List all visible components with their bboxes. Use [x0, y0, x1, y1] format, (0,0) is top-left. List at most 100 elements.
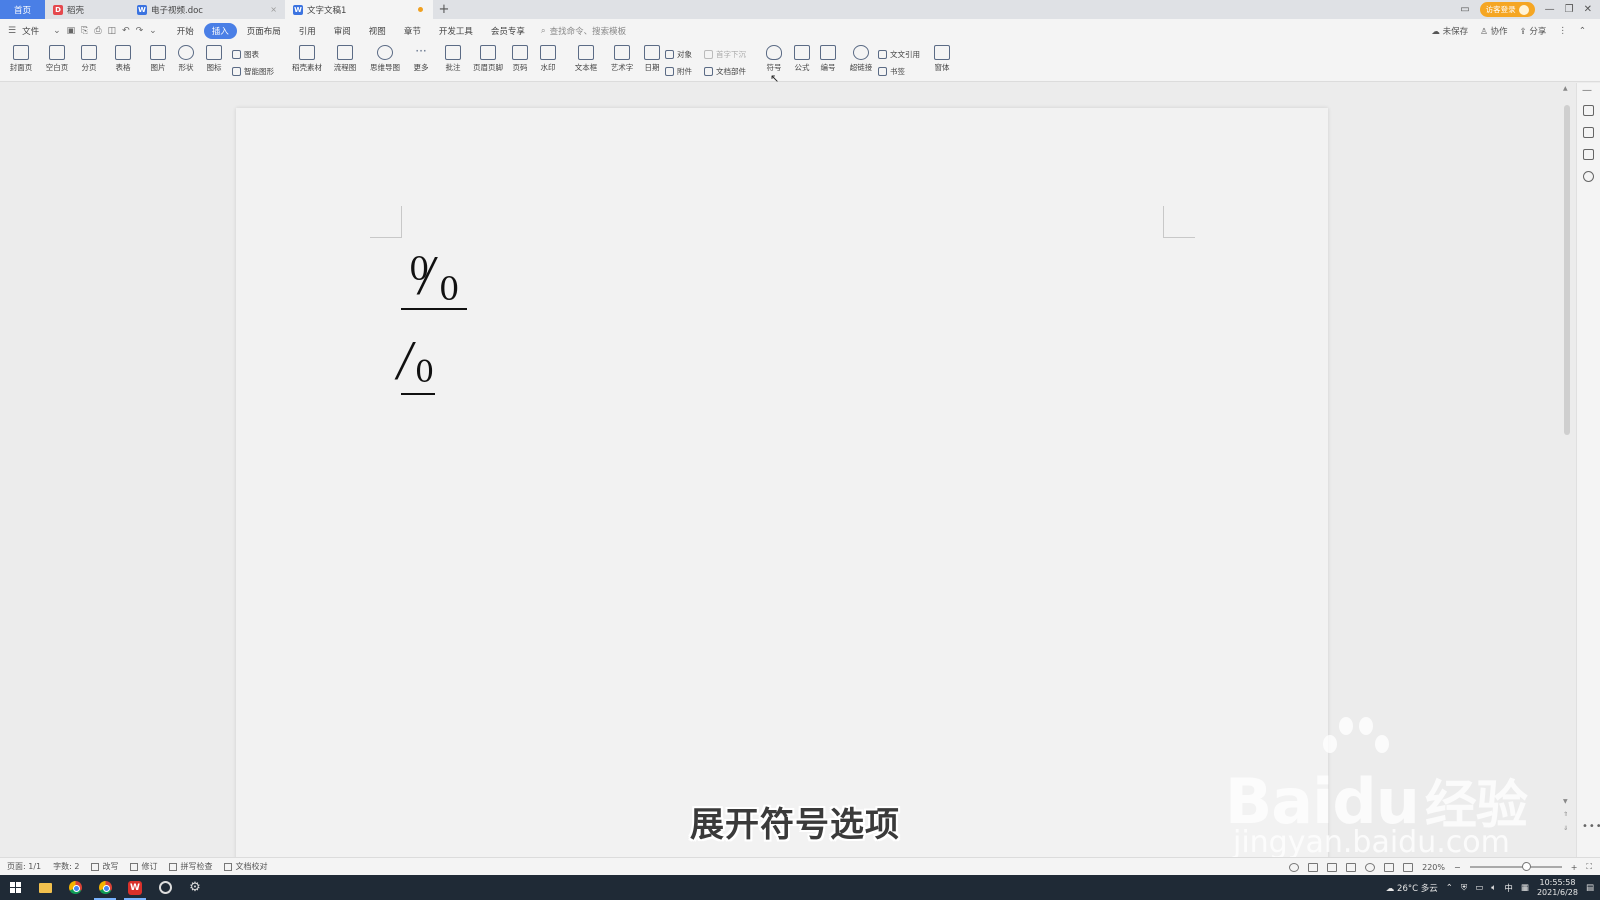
- menu-insert[interactable]: 插入: [203, 22, 237, 39]
- redo-icon[interactable]: ↷: [136, 26, 144, 36]
- fullscreen-icon[interactable]: ⛶: [1586, 862, 1592, 872]
- scroll-up-icon[interactable]: ▲: [1563, 85, 1568, 92]
- antivirus-icon[interactable]: ⛨: [1461, 883, 1467, 893]
- fit-page-icon[interactable]: [1403, 862, 1414, 872]
- tab-document1[interactable]: W 文字文稿1: [285, 0, 433, 19]
- command-search[interactable]: ⌕ 查找命令、搜索模板: [541, 25, 626, 37]
- file-menu[interactable]: 文件: [22, 23, 47, 39]
- pen-view-icon[interactable]: [1384, 862, 1395, 872]
- mindmap-button[interactable]: 思维导图: [366, 42, 404, 82]
- print-preview-icon[interactable]: ◫: [108, 26, 117, 36]
- minimize-icon[interactable]: —: [1545, 4, 1555, 15]
- weather-widget[interactable]: ☁ 26°C 多云: [1386, 882, 1438, 894]
- tab-docer[interactable]: D 稻壳: [45, 0, 129, 19]
- start-button[interactable]: [0, 875, 30, 900]
- smart-shape-button[interactable]: 智能图形: [232, 64, 274, 78]
- more-icon[interactable]: ⋮: [1558, 26, 1567, 36]
- clock[interactable]: 10:55:58 2021/6/28: [1537, 878, 1578, 898]
- docer-material-button[interactable]: 稻壳素材: [290, 42, 324, 82]
- network-icon[interactable]: ▭: [1475, 883, 1483, 893]
- zoom-out-icon[interactable]: −: [1454, 863, 1461, 872]
- spell-check-toggle[interactable]: 拼写检查: [169, 861, 212, 872]
- more-button[interactable]: ··· 更多: [408, 42, 434, 82]
- collab-button[interactable]: ♙ 协作: [1480, 25, 1507, 37]
- overwrite-toggle[interactable]: 改写: [91, 861, 118, 872]
- form-button[interactable]: 窗体: [928, 42, 956, 82]
- per-mille-like-symbol-large[interactable]: 0 ⁄ 0: [401, 248, 467, 310]
- header-footer-button[interactable]: 页眉页脚: [471, 42, 505, 82]
- wordart-button[interactable]: 艺术字: [606, 42, 638, 82]
- select-cursor-icon[interactable]: [1583, 127, 1594, 138]
- undo-icon[interactable]: ↶: [122, 26, 130, 36]
- panel-handle-icon[interactable]: —: [1582, 85, 1593, 96]
- flowchart-button[interactable]: 流程图: [328, 42, 362, 82]
- page-count[interactable]: 页面: 1/1: [7, 861, 41, 872]
- bookmark-button[interactable]: 书签: [878, 64, 905, 78]
- screen-icon[interactable]: ▭: [1460, 4, 1469, 15]
- drop-cap-button[interactable]: 首字下沉: [704, 47, 746, 61]
- export-icon[interactable]: ⎘: [81, 26, 88, 36]
- word-count[interactable]: 字数: 2: [53, 861, 79, 872]
- chart-button[interactable]: 图表: [232, 47, 259, 61]
- chevron-down-icon[interactable]: ⌄: [53, 26, 61, 36]
- document-page[interactable]: 0 ⁄ 0 ⁄ 0: [236, 108, 1328, 857]
- page-break-button[interactable]: 分页: [76, 42, 102, 82]
- outline-view-icon[interactable]: [1327, 862, 1338, 872]
- comment-button[interactable]: 批注: [440, 42, 466, 82]
- zoom-slider[interactable]: [1469, 862, 1562, 871]
- taskbar-chrome-2[interactable]: [90, 875, 120, 900]
- adjust-icon[interactable]: [1583, 149, 1594, 160]
- scroll-down-icon[interactable]: ▼: [1563, 798, 1568, 805]
- more-dots-icon[interactable]: •••: [1582, 821, 1600, 832]
- doc-parts-button[interactable]: 文档部件: [704, 64, 746, 78]
- restore-icon[interactable]: ❐: [1565, 4, 1574, 15]
- taskbar-explorer[interactable]: [30, 875, 60, 900]
- date-button[interactable]: 日期: [640, 42, 664, 82]
- next-page-icon[interactable]: ⇓: [1563, 825, 1568, 832]
- eye-protect-icon[interactable]: [1289, 862, 1300, 872]
- new-tab-button[interactable]: +: [433, 0, 455, 19]
- icons-button[interactable]: 图标: [201, 42, 227, 82]
- zoom-in-icon[interactable]: +: [1571, 863, 1578, 872]
- object-button[interactable]: 对象: [665, 47, 692, 61]
- numbering-button[interactable]: 编号: [815, 42, 841, 82]
- edit-pen-icon[interactable]: [1583, 105, 1594, 116]
- volume-icon[interactable]: 🔈︎: [1491, 883, 1496, 893]
- hamburger-icon[interactable]: ☰: [8, 26, 16, 36]
- menu-page-layout[interactable]: 页面布局: [239, 23, 289, 39]
- save-icon[interactable]: ▣: [67, 26, 76, 36]
- help-icon[interactable]: [1583, 171, 1594, 182]
- tab-video-doc[interactable]: W 电子视频.doc ×: [129, 0, 285, 19]
- cover-page-button[interactable]: 封面页: [6, 42, 36, 82]
- taskbar-settings[interactable]: ⚙: [180, 875, 210, 900]
- taskbar-chrome[interactable]: [60, 875, 90, 900]
- revision-toggle[interactable]: 修订: [130, 861, 157, 872]
- web-view-icon[interactable]: [1365, 862, 1376, 872]
- page-number-button[interactable]: 页码: [507, 42, 533, 82]
- menu-review[interactable]: 审阅: [326, 23, 359, 39]
- taskbar-obs[interactable]: [150, 875, 180, 900]
- picture-button[interactable]: 图片: [145, 42, 171, 82]
- ime-indicator[interactable]: 中: [1504, 882, 1513, 894]
- textbox-button[interactable]: 文本框: [570, 42, 602, 82]
- tab-home[interactable]: 首页: [0, 0, 45, 19]
- print-icon[interactable]: ⎙: [94, 26, 101, 36]
- unsaved-button[interactable]: ☁ 未保存: [1431, 25, 1468, 37]
- close-window-icon[interactable]: ✕: [1584, 4, 1592, 15]
- shape-button[interactable]: 形状: [173, 42, 199, 82]
- menu-developer[interactable]: 开发工具: [431, 23, 481, 39]
- table-button[interactable]: 表格: [110, 42, 136, 82]
- menu-references[interactable]: 引用: [291, 23, 324, 39]
- read-view-icon[interactable]: [1346, 862, 1357, 872]
- menu-home[interactable]: 开始: [169, 23, 202, 39]
- formula-button[interactable]: 公式: [789, 42, 815, 82]
- doc-proof-toggle[interactable]: 文档校对: [224, 861, 267, 872]
- attachment-button[interactable]: 附件: [665, 64, 692, 78]
- document-workspace[interactable]: 0 ⁄ 0 ⁄ 0 ▲ ▼ ⇑ ⇓ — ••• 展开符号选项 Baidu经验: [0, 83, 1600, 857]
- customize-icon[interactable]: ⌄: [149, 26, 157, 36]
- scrollbar-thumb[interactable]: [1564, 105, 1570, 435]
- collapse-ribbon-icon[interactable]: ⌃: [1579, 26, 1586, 36]
- hyperlink-button[interactable]: 超链接: [846, 42, 876, 82]
- close-icon[interactable]: ×: [270, 5, 277, 14]
- ime-mode-icon[interactable]: ▦: [1521, 883, 1529, 893]
